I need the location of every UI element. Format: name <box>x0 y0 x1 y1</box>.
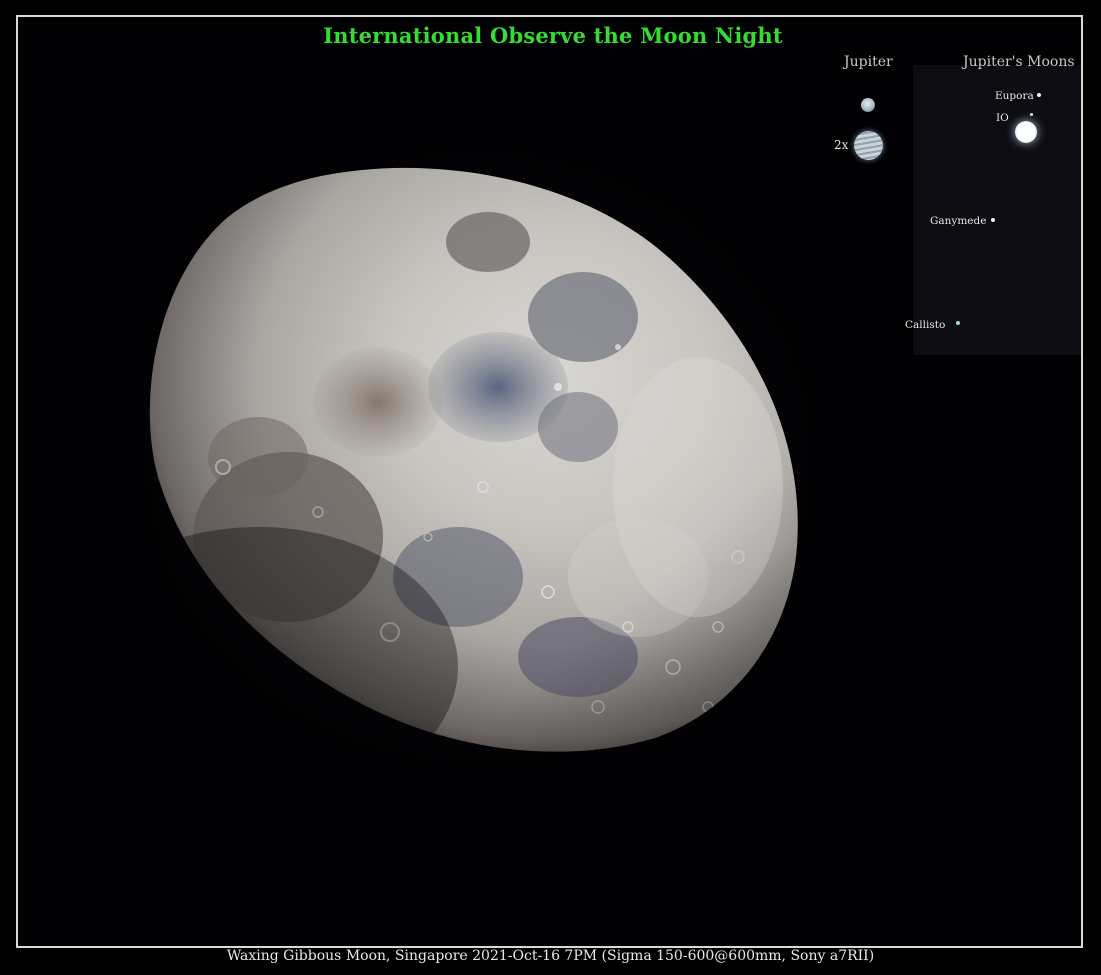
europa-dot <box>1037 93 1041 97</box>
jupiter-small <box>861 98 875 112</box>
europa-label: Eupora <box>995 90 1034 102</box>
photo-frame: International Observe the Moon Night Jup… <box>16 15 1083 948</box>
jupiter-moons-panel <box>913 65 1081 355</box>
jupiter-2x <box>854 131 883 160</box>
page-title: International Observe the Moon Night <box>323 23 783 48</box>
jupiter-zoom-label: 2x <box>834 138 849 152</box>
callisto-dot <box>956 321 960 325</box>
callisto-label: Callisto <box>905 319 946 331</box>
jupiter-heading: Jupiter <box>844 54 893 70</box>
jupiter-bright <box>1015 121 1037 143</box>
io-label: IO <box>996 112 1009 124</box>
photo-caption: Waxing Gibbous Moon, Singapore 2021-Oct-… <box>226 948 875 964</box>
ganymede-dot <box>991 218 995 222</box>
jupiter-moons-heading: Jupiter's Moons <box>963 54 1075 70</box>
io-dot <box>1030 113 1033 116</box>
ganymede-label: Ganymede <box>930 215 987 227</box>
